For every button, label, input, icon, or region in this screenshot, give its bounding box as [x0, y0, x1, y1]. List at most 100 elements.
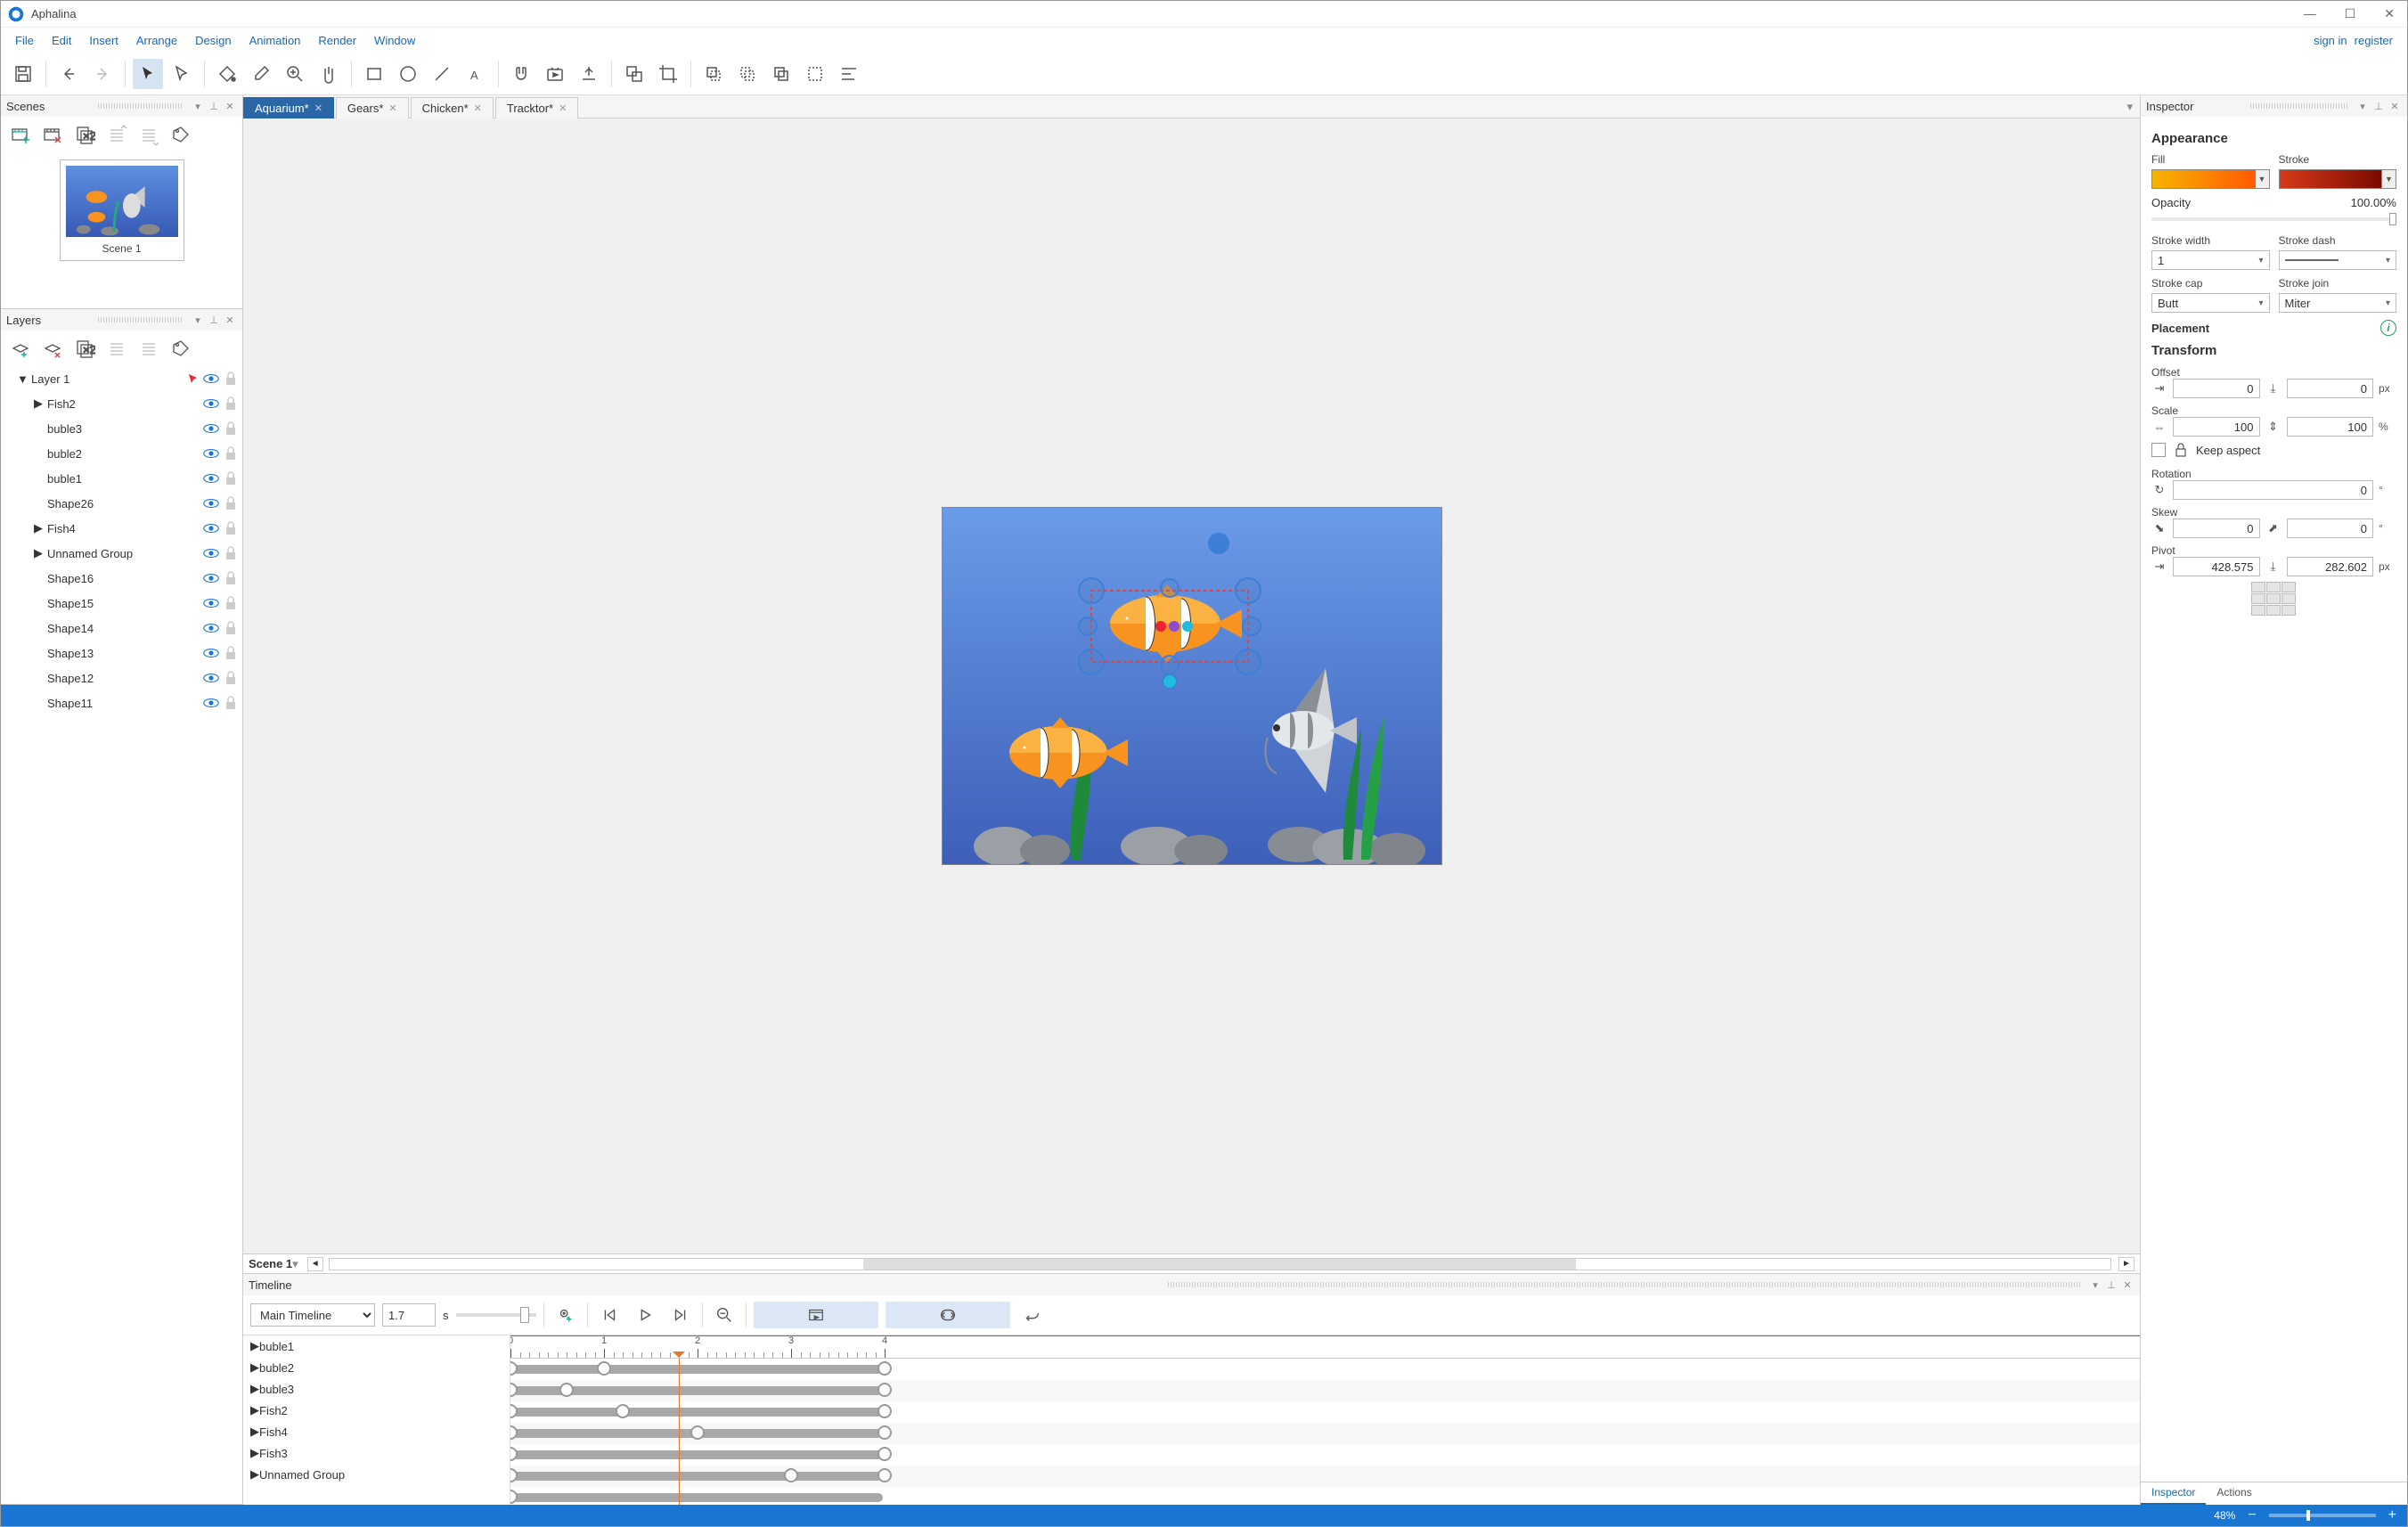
window-maximize-button[interactable]: ☐	[2339, 4, 2362, 23]
direct-select-tool[interactable]	[167, 59, 197, 89]
menu-animation[interactable]: Animation	[241, 30, 310, 51]
scene-strip-name[interactable]: Scene 1	[249, 1257, 292, 1270]
layer-row[interactable]: buble1	[1, 466, 242, 491]
visibility-icon[interactable]	[203, 597, 219, 609]
timeline-track-name[interactable]: ▶Fish3	[243, 1442, 510, 1464]
keep-aspect-checkbox[interactable]: Keep aspect	[2151, 442, 2396, 458]
offset-x-input[interactable]	[2173, 379, 2260, 398]
zoom-out-button[interactable]: −	[2248, 1507, 2256, 1523]
undo-button[interactable]	[53, 59, 84, 89]
subtract-tool[interactable]	[732, 59, 763, 89]
timeline-track-name[interactable]: ▶buble1	[243, 1335, 510, 1357]
timeline-time-input[interactable]	[382, 1303, 436, 1327]
timeline-pin-button[interactable]: ⊥	[2104, 1278, 2118, 1292]
text-tool[interactable]: A	[461, 59, 491, 89]
crop-tool[interactable]	[653, 59, 683, 89]
intersect-tool[interactable]	[766, 59, 796, 89]
fill-tool[interactable]	[212, 59, 242, 89]
layer-row[interactable]: Shape16	[1, 566, 242, 591]
expand-icon[interactable]: ▶	[33, 396, 44, 411]
expand-icon[interactable]: ▶	[250, 1382, 259, 1396]
expand-icon[interactable]: ▶	[250, 1339, 259, 1353]
timeline-track-name[interactable]: ▶Fish4	[243, 1421, 510, 1442]
layer-tag-button[interactable]	[168, 336, 193, 361]
lock-icon[interactable]	[224, 372, 237, 386]
timeline-track-name[interactable]: ▶buble2	[243, 1357, 510, 1378]
preview-mode-button[interactable]	[754, 1302, 878, 1328]
stroke-dash-combo[interactable]	[2279, 250, 2397, 270]
info-icon[interactable]: i	[2380, 320, 2396, 336]
inspector-close-button[interactable]: ✕	[2388, 99, 2402, 113]
keyframe[interactable]	[877, 1468, 892, 1482]
offset-y-input[interactable]	[2287, 379, 2374, 398]
redo-button[interactable]	[87, 59, 118, 89]
lock-icon[interactable]	[224, 696, 237, 710]
tab-inspector[interactable]: Inspector	[2141, 1482, 2206, 1505]
line-tool[interactable]	[427, 59, 457, 89]
delete-scene-button[interactable]	[40, 122, 65, 147]
expand-icon[interactable]: ▶	[33, 521, 44, 535]
lock-icon[interactable]	[224, 546, 237, 560]
visibility-icon[interactable]	[203, 522, 219, 535]
keyframe[interactable]	[877, 1361, 892, 1376]
expand-icon[interactable]: ▶	[33, 546, 44, 560]
keyframe[interactable]	[877, 1404, 892, 1418]
menu-insert[interactable]: Insert	[80, 30, 127, 51]
timeline-track-name[interactable]: ▶Unnamed Group	[243, 1464, 510, 1485]
menu-design[interactable]: Design	[186, 30, 240, 51]
menu-render[interactable]: Render	[309, 30, 365, 51]
rectangle-tool[interactable]	[359, 59, 389, 89]
document-tab[interactable]: Tracktor*✕	[495, 97, 578, 118]
signin-link[interactable]: sign in	[2314, 34, 2347, 47]
scene-tag-button[interactable]	[168, 122, 193, 147]
add-scene-button[interactable]	[8, 122, 33, 147]
menu-window[interactable]: Window	[365, 30, 424, 51]
close-icon[interactable]: ✕	[388, 102, 396, 114]
layer-row[interactable]: Shape14	[1, 616, 242, 641]
lock-icon[interactable]	[224, 571, 237, 585]
pivot-grid[interactable]	[2251, 582, 2298, 616]
export-tool[interactable]	[574, 59, 604, 89]
timeline-track-name[interactable]: ▶Fish2	[243, 1400, 510, 1421]
return-button[interactable]	[1017, 1302, 1046, 1328]
visibility-icon[interactable]	[203, 397, 219, 410]
tab-actions[interactable]: Actions	[2206, 1482, 2262, 1505]
lock-icon[interactable]	[224, 671, 237, 685]
align-tool[interactable]	[834, 59, 864, 89]
menu-arrange[interactable]: Arrange	[127, 30, 186, 51]
timeline-zoomout-button[interactable]	[710, 1302, 739, 1328]
document-tab[interactable]: Chicken*✕	[411, 97, 494, 118]
eyedropper-tool[interactable]	[246, 59, 276, 89]
skew-x-input[interactable]	[2173, 519, 2260, 538]
keyframe[interactable]	[877, 1447, 892, 1461]
layers-pin-button[interactable]: ⊥	[207, 313, 221, 327]
canvas-area[interactable]	[243, 118, 2140, 1253]
timeline-close-button[interactable]: ✕	[2120, 1278, 2135, 1292]
magnet-tool[interactable]	[506, 59, 536, 89]
canvas[interactable]	[943, 508, 1441, 864]
expand-icon[interactable]: ▶	[250, 1446, 259, 1460]
visibility-icon[interactable]	[203, 647, 219, 659]
timeline-track[interactable]	[510, 1359, 2140, 1380]
loop-button[interactable]	[886, 1302, 1010, 1328]
visibility-icon[interactable]	[203, 622, 219, 634]
skew-y-input[interactable]	[2287, 519, 2374, 538]
visibility-icon[interactable]	[203, 422, 219, 435]
union-tool[interactable]	[698, 59, 729, 89]
window-close-button[interactable]: ✕	[2379, 4, 2400, 23]
close-icon[interactable]: ✕	[559, 102, 567, 114]
rotation-input[interactable]	[2173, 480, 2373, 500]
visibility-icon[interactable]	[203, 372, 219, 385]
add-keyframe-button[interactable]	[551, 1302, 580, 1328]
lock-icon[interactable]	[224, 471, 237, 486]
scene-thumbnail[interactable]: Scene 1	[60, 159, 184, 261]
layer-row[interactable]: ▶Fish4	[1, 516, 242, 541]
scene-strip-dropdown[interactable]: ▾	[292, 1257, 298, 1271]
scene-down-button[interactable]	[136, 122, 161, 147]
scale-y-input[interactable]	[2287, 417, 2374, 437]
timeline-dropdown-button[interactable]: ▾	[2088, 1278, 2102, 1292]
visibility-icon[interactable]	[203, 447, 219, 460]
keyframe[interactable]	[616, 1404, 630, 1418]
timeline-track[interactable]	[510, 1444, 2140, 1466]
layer-row[interactable]: buble2	[1, 441, 242, 466]
